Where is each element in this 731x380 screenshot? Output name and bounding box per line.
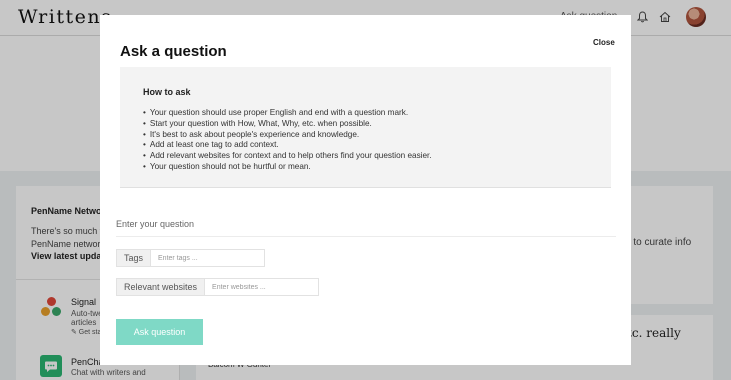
how-to-ask-list: Your question should use proper English …	[143, 108, 432, 173]
how-to-ask-title: How to ask	[143, 87, 191, 97]
list-item: Your question should use proper English …	[143, 108, 432, 119]
list-item: Add relevant websites for context and to…	[143, 151, 432, 162]
list-item: Start your question with How, What, Why,…	[143, 119, 432, 130]
websites-input[interactable]	[205, 278, 320, 296]
websites-field: Relevant websites	[116, 278, 320, 296]
close-button[interactable]: Close	[593, 38, 615, 47]
websites-label: Relevant websites	[116, 278, 206, 296]
ask-question-modal: Ask a question Close How to ask Your que…	[100, 15, 631, 365]
how-to-ask-panel: How to ask Your question should use prop…	[120, 67, 611, 188]
list-item: It's best to ask about people's experien…	[143, 130, 432, 141]
tags-field: Tags	[116, 249, 266, 267]
list-item: Add at least one tag to add context.	[143, 140, 432, 151]
tags-label: Tags	[116, 249, 152, 267]
modal-title: Ask a question	[120, 43, 227, 60]
ask-question-button[interactable]: Ask question	[116, 319, 203, 345]
list-item: Your question should not be hurtful or m…	[143, 162, 432, 173]
question-input[interactable]	[116, 211, 616, 237]
tags-input[interactable]	[151, 249, 266, 267]
